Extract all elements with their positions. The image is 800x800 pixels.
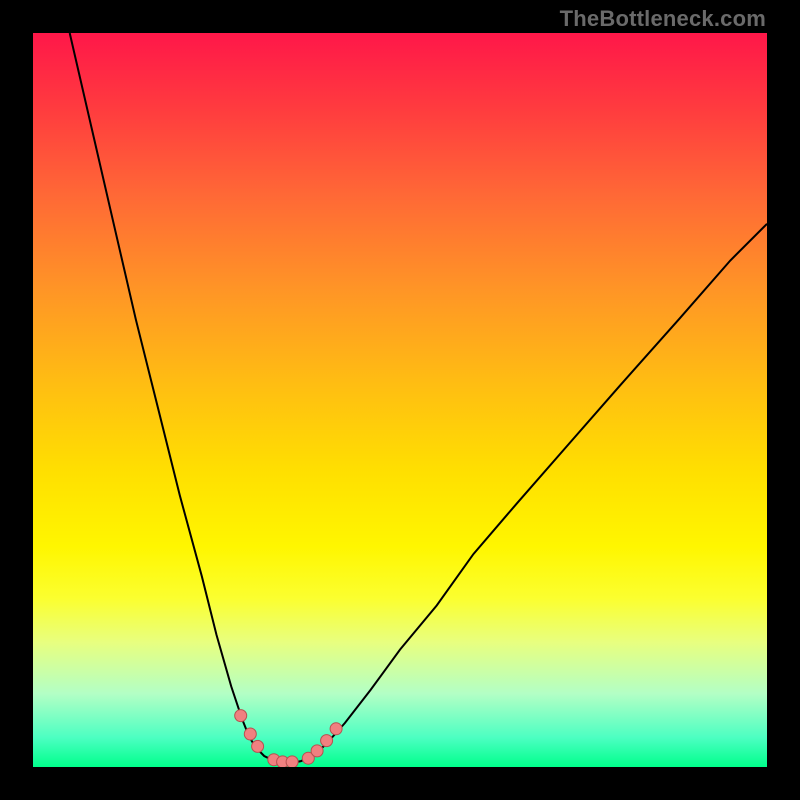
data-marker [286,756,298,767]
data-marker [321,735,333,747]
plot-area [33,33,767,767]
chart-svg [33,33,767,767]
data-marker [252,740,264,752]
watermark-text: TheBottleneck.com [560,6,766,32]
chart-frame: TheBottleneck.com [0,0,800,800]
data-marker [244,728,256,740]
marker-group [235,710,342,767]
series-group [70,33,767,763]
series-right-branch [305,224,767,760]
data-marker [235,710,247,722]
series-left-branch [70,33,272,760]
data-marker [330,723,342,735]
data-marker [311,745,323,757]
